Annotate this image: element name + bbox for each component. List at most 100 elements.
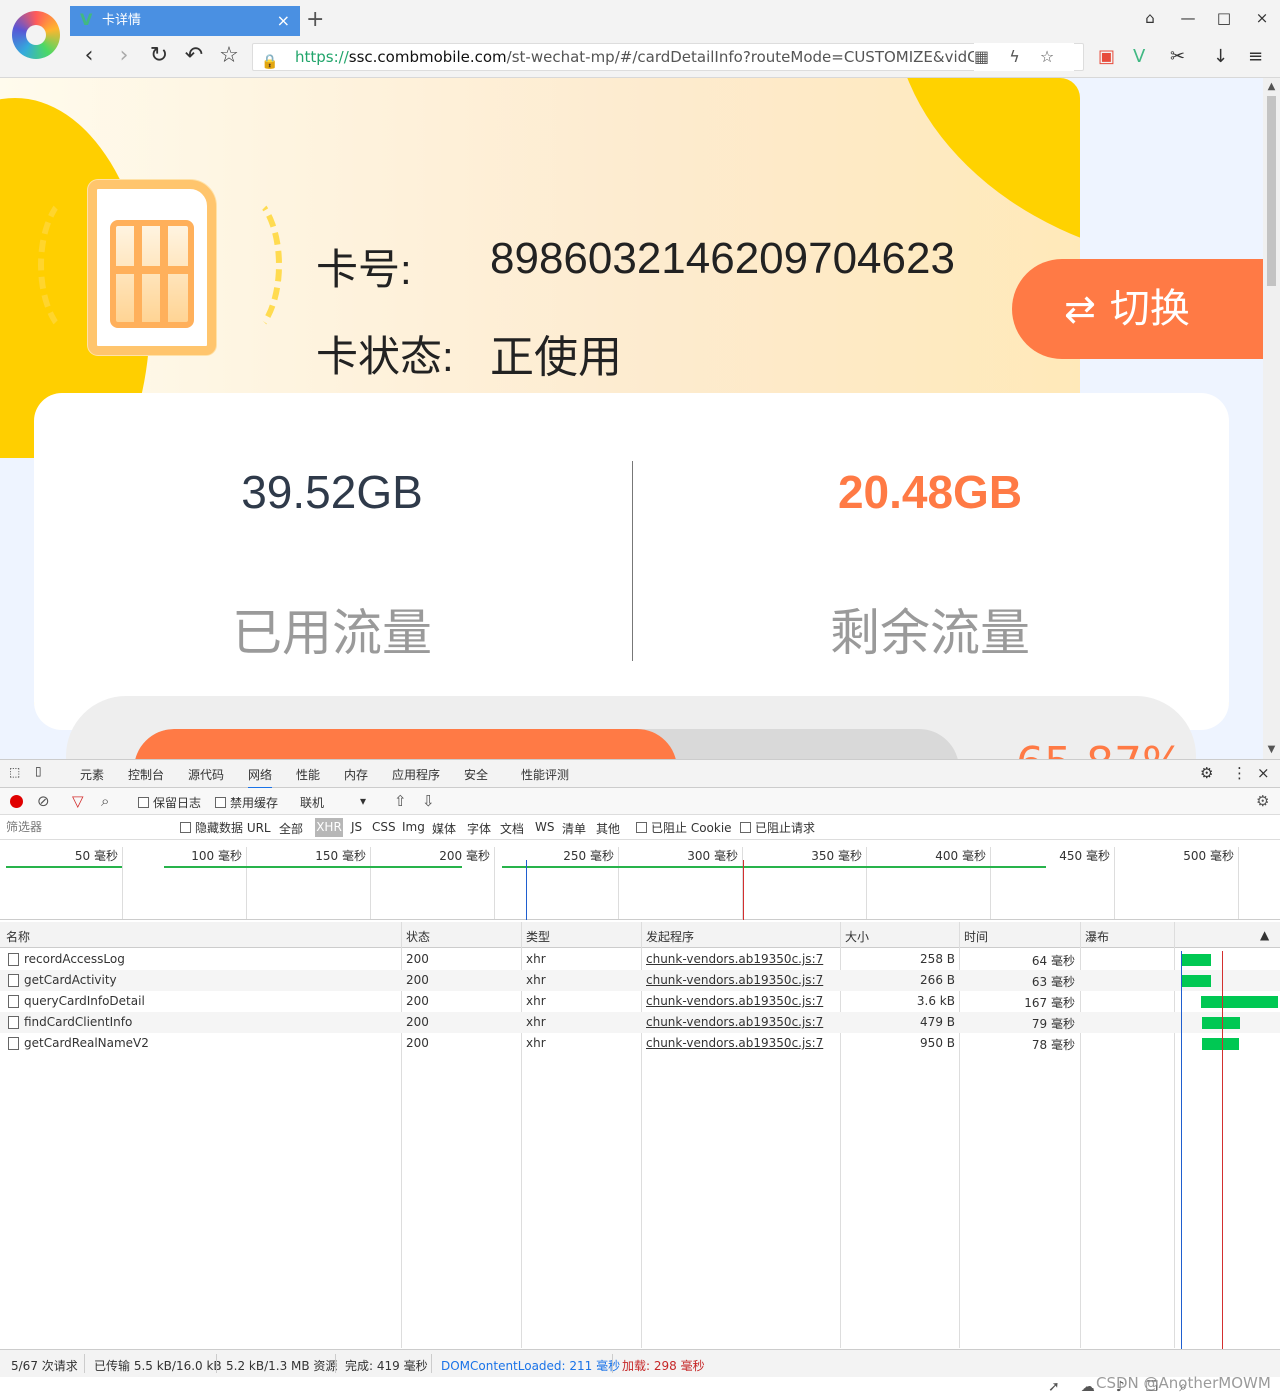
rocket-icon[interactable]: ➚ xyxy=(1048,1379,1081,1395)
table-row[interactable]: getCardRealNameV2 200 xhr chunk-vendors.… xyxy=(0,1033,1280,1054)
timeline-tick: 250 毫秒 xyxy=(496,847,619,919)
request-name[interactable]: findCardClientInfo xyxy=(24,1015,132,1029)
lightning-icon[interactable]: ϟ xyxy=(1009,47,1020,66)
settings-gear-icon[interactable]: ⚙ xyxy=(1200,764,1213,782)
switch-card-button[interactable]: ⇄ 切换 xyxy=(1012,259,1263,359)
favorite-icon[interactable]: ☆ xyxy=(216,42,242,70)
device-toolbar-icon[interactable]: ▯ xyxy=(35,764,42,778)
request-name[interactable]: getCardActivity xyxy=(24,973,117,987)
table-row[interactable]: findCardClientInfo 200 xhr chunk-vendors… xyxy=(0,1012,1280,1033)
new-tab-button[interactable]: + xyxy=(306,8,324,32)
page-scrollbar[interactable]: ▲ ▼ xyxy=(1263,78,1280,759)
status-separator xyxy=(431,1354,432,1373)
column-name[interactable]: 名称 xyxy=(6,928,30,945)
waterfall-bar xyxy=(1202,1038,1239,1050)
reload-icon[interactable]: ↻ xyxy=(146,42,172,70)
column-waterfall[interactable]: 瀑布 xyxy=(1085,928,1109,945)
filter-type-js[interactable]: JS xyxy=(351,820,362,834)
column-initiator[interactable]: 发起程序 xyxy=(646,928,694,945)
sort-up-icon[interactable]: ▲ xyxy=(1260,928,1269,942)
tab-application[interactable]: 应用程序 xyxy=(392,766,440,783)
export-har-icon[interactable]: ⇩ xyxy=(422,793,435,810)
blocked-requests-label: 已阻止请求 xyxy=(755,821,816,835)
preserve-log-checkbox[interactable]: 保留日志 xyxy=(138,794,201,811)
close-window-icon[interactable]: × xyxy=(1250,8,1274,28)
filter-type-ws[interactable]: WS xyxy=(535,820,554,834)
tab-memory[interactable]: 内存 xyxy=(344,766,368,783)
clear-icon[interactable]: ⊘ xyxy=(37,793,50,810)
transferred-size: 已传输 5.5 kB/16.0 kB xyxy=(94,1359,222,1373)
tab-lighthouse[interactable]: 性能评测 xyxy=(521,766,569,783)
record-icon[interactable] xyxy=(10,795,23,808)
forward-icon[interactable]: › xyxy=(111,42,137,70)
blocked-cookies-checkbox[interactable]: 已阻止 Cookie xyxy=(636,819,732,836)
tab-performance[interactable]: 性能 xyxy=(296,766,320,783)
close-devtools-icon[interactable]: × xyxy=(1257,764,1270,782)
table-row[interactable]: getCardActivity 200 xhr chunk-vendors.ab… xyxy=(0,970,1280,991)
scroll-down-icon[interactable]: ▼ xyxy=(1263,741,1280,759)
hide-data-url-checkbox[interactable]: 隐藏数据 URL xyxy=(180,819,271,836)
filter-type-all[interactable]: 全部 xyxy=(279,820,303,837)
scroll-thumb[interactable] xyxy=(1267,96,1276,286)
tab-sources[interactable]: 源代码 xyxy=(188,766,224,783)
request-initiator-link[interactable]: chunk-vendors.ab19350c.js:7 xyxy=(646,952,823,966)
filter-type-doc[interactable]: 文档 xyxy=(500,820,524,837)
filter-type-img[interactable]: Img xyxy=(402,820,425,834)
undo-icon[interactable]: ↶ xyxy=(181,42,207,70)
import-har-icon[interactable]: ⇧ xyxy=(394,793,407,810)
tab-console[interactable]: 控制台 xyxy=(128,766,164,783)
tab-network[interactable]: 网络 xyxy=(248,766,273,789)
request-initiator-link[interactable]: chunk-vendors.ab19350c.js:7 xyxy=(646,994,823,1008)
scissors-icon[interactable]: ✂ xyxy=(1170,43,1185,71)
filter-type-css[interactable]: CSS xyxy=(372,820,396,834)
maximize-icon[interactable]: □ xyxy=(1212,8,1236,28)
filter-funnel-icon[interactable]: ▽ xyxy=(72,793,84,810)
table-row[interactable]: queryCardInfoDetail 200 xhr chunk-vendor… xyxy=(0,991,1280,1012)
request-initiator-link[interactable]: chunk-vendors.ab19350c.js:7 xyxy=(646,1036,823,1050)
vue-devtools-icon[interactable]: V xyxy=(1133,43,1145,71)
qr-code-icon[interactable]: ▦ xyxy=(974,47,989,66)
tab-card-detail[interactable]: V 卡详情 × xyxy=(70,6,300,36)
column-size[interactable]: 大小 xyxy=(845,928,869,945)
network-settings-icon[interactable]: ⚙ xyxy=(1256,793,1269,810)
bookmark-star-icon[interactable]: ☆ xyxy=(1040,47,1054,66)
sim-chip-icon xyxy=(110,220,194,328)
disable-cache-checkbox[interactable]: 禁用缓存 xyxy=(215,794,278,811)
column-type[interactable]: 类型 xyxy=(526,928,550,945)
windows-extension-icon[interactable]: ▣ xyxy=(1098,43,1115,71)
request-name[interactable]: queryCardInfoDetail xyxy=(24,994,145,1008)
filter-type-manifest[interactable]: 清单 xyxy=(562,820,586,837)
table-row[interactable]: recordAccessLog 200 xhr chunk-vendors.ab… xyxy=(0,949,1280,970)
request-name[interactable]: getCardRealNameV2 xyxy=(24,1036,149,1050)
filter-type-media[interactable]: 媒体 xyxy=(432,820,456,837)
tab-security[interactable]: 安全 xyxy=(464,766,488,783)
request-type: xhr xyxy=(526,973,546,987)
column-time[interactable]: 时间 xyxy=(964,928,988,945)
browser-logo-icon xyxy=(12,11,60,59)
filter-type-other[interactable]: 其他 xyxy=(596,820,620,837)
close-tab-icon[interactable]: × xyxy=(277,6,290,36)
search-icon[interactable]: ⌕ xyxy=(101,793,109,810)
request-initiator-link[interactable]: chunk-vendors.ab19350c.js:7 xyxy=(646,1015,823,1029)
filter-input[interactable]: 筛选器 xyxy=(4,818,168,837)
scroll-up-icon[interactable]: ▲ xyxy=(1263,78,1280,96)
blocked-requests-checkbox[interactable]: 已阻止请求 xyxy=(740,819,815,836)
request-initiator-link[interactable]: chunk-vendors.ab19350c.js:7 xyxy=(646,973,823,987)
throttling-chevron-icon[interactable]: ▾ xyxy=(360,794,366,808)
download-icon[interactable]: ↓ xyxy=(1213,43,1228,71)
tab-elements[interactable]: 元素 xyxy=(80,766,104,783)
network-overview-timeline[interactable]: 50 毫秒 100 毫秒 150 毫秒 200 毫秒 250 毫秒 300 毫秒… xyxy=(0,840,1280,920)
back-icon[interactable]: ‹ xyxy=(76,42,102,70)
throttling-select[interactable]: 联机 xyxy=(300,794,324,811)
column-status[interactable]: 状态 xyxy=(406,928,430,945)
inspect-element-icon[interactable]: ⬚ xyxy=(9,765,20,779)
filter-type-xhr[interactable]: XHR xyxy=(315,818,343,837)
more-vertical-icon[interactable]: ⋮ xyxy=(1232,764,1247,782)
minimize-icon[interactable]: — xyxy=(1176,8,1200,28)
timeline-tick: 200 毫秒 xyxy=(372,847,495,919)
filter-type-font[interactable]: 字体 xyxy=(467,820,491,837)
address-bar[interactable]: 🔒 https://ssc.combmobile.com/st-wechat-m… xyxy=(252,43,1084,71)
request-name[interactable]: recordAccessLog xyxy=(24,952,125,966)
menu-icon[interactable]: ≡ xyxy=(1248,43,1263,71)
shirt-icon[interactable]: ⌂ xyxy=(1138,8,1162,28)
